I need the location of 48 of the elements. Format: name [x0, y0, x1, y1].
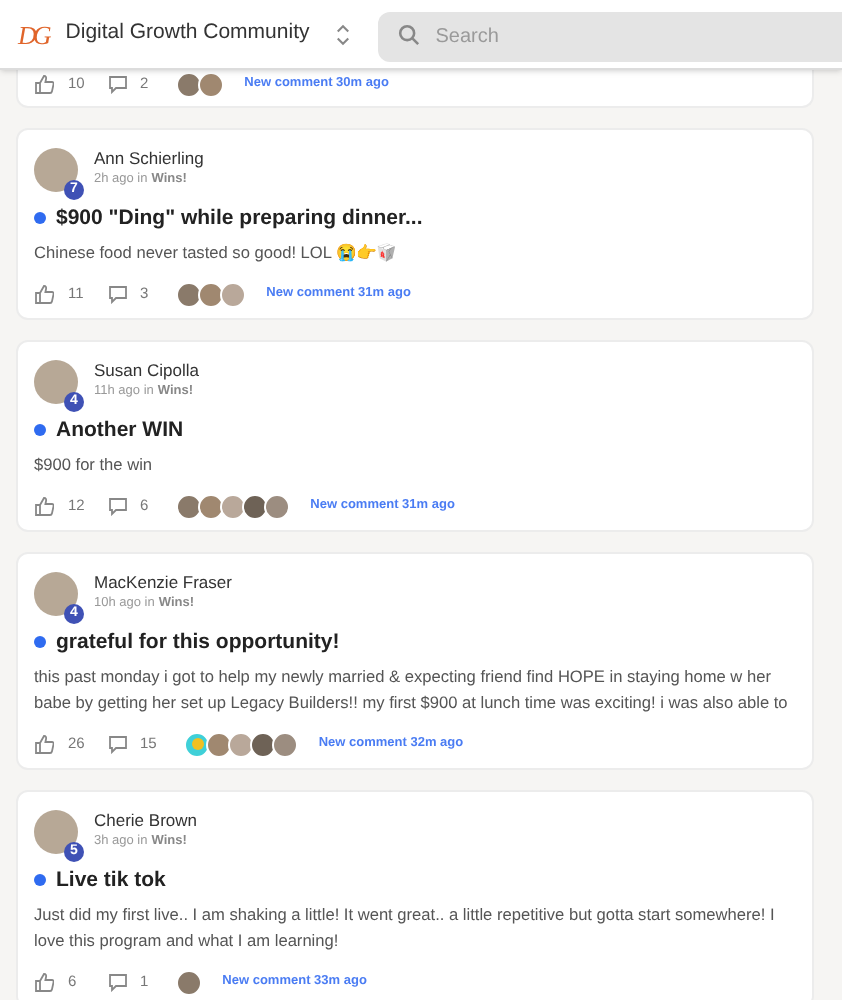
search-field[interactable]: Search — [377, 11, 842, 61]
post-card[interactable] — [16, 790, 814, 1000]
post-card[interactable] — [16, 552, 814, 770]
commenter-photo-placeholder[interactable] — [198, 71, 225, 97]
post-title[interactable]: Live tik tok — [56, 864, 166, 896]
search-icon — [397, 23, 420, 45]
commenter-photo-placeholder[interactable] — [198, 493, 225, 519]
commenter-photo-placeholder[interactable] — [176, 71, 203, 97]
post-title[interactable]: grateful for this opportunity! — [56, 626, 340, 658]
commenter-photo-placeholder[interactable] — [206, 731, 233, 757]
avatar-photo-placeholder[interactable] — [34, 360, 78, 404]
commenter-photo-placeholder[interactable] — [176, 281, 203, 307]
community-logo: DG — [18, 21, 48, 47]
post-body: $900 for the win — [34, 452, 155, 478]
comment-icon[interactable] — [108, 74, 128, 94]
comment-icon[interactable] — [108, 734, 128, 754]
post-title[interactable]: $900 "Ding" while preparing dinner... — [56, 202, 423, 234]
author-name[interactable]: Cherie Brown — [94, 808, 197, 832]
post-body: this past monday i got to help my newly married & expecting friend find HOPE in staying home w her babe by getting her set up Legacy Builders!! my first $900 at lunch time was exciting! i was also able to — [34, 664, 790, 716]
post-body: Just did my first live.. I am shaking a little! It went great.. a little repetitive but gotta start somewhere! I love this program and what I am learning! — [34, 902, 777, 954]
comment-icon[interactable] — [108, 972, 128, 992]
commenter-photo-placeholder[interactable] — [264, 493, 291, 519]
chevron-updown-icon[interactable] — [335, 23, 350, 45]
avatar-photo-placeholder[interactable] — [34, 810, 78, 854]
emoji-avatar-icon[interactable] — [184, 731, 211, 757]
thumbs-up-icon[interactable] — [34, 496, 54, 516]
commenter-photo-placeholder[interactable] — [220, 493, 247, 519]
commenter-photo-placeholder[interactable] — [176, 493, 203, 519]
comment-icon[interactable] — [108, 496, 128, 516]
author-name[interactable]: Ann Schierling — [94, 146, 204, 170]
post-title[interactable]: Another WIN — [56, 414, 184, 446]
comment-icon[interactable] — [108, 284, 128, 304]
thumbs-up-icon[interactable] — [34, 972, 54, 992]
author-name[interactable]: MacKenzie Fraser — [94, 570, 232, 594]
thumbs-up-icon[interactable] — [34, 74, 54, 94]
commenter-photo-placeholder[interactable] — [242, 493, 269, 519]
author-name[interactable]: Susan Cipolla — [94, 358, 199, 382]
thumbs-up-icon[interactable] — [34, 284, 54, 304]
avatar-photo-placeholder[interactable] — [34, 148, 78, 192]
commenter-photo-placeholder[interactable] — [272, 731, 299, 757]
avatar-photo-placeholder[interactable] — [34, 572, 78, 616]
community-name[interactable]: Digital Growth Community — [65, 18, 310, 50]
commenter-photo-placeholder[interactable] — [250, 731, 277, 757]
commenter-photo-placeholder[interactable] — [228, 731, 255, 757]
thumbs-up-icon[interactable] — [34, 734, 54, 754]
post-body: Chinese food never tasted so good! LOL 😭👉🥡 — [34, 240, 398, 266]
commenter-photo-placeholder[interactable] — [198, 281, 225, 307]
commenter-photo-placeholder[interactable] — [176, 969, 203, 995]
